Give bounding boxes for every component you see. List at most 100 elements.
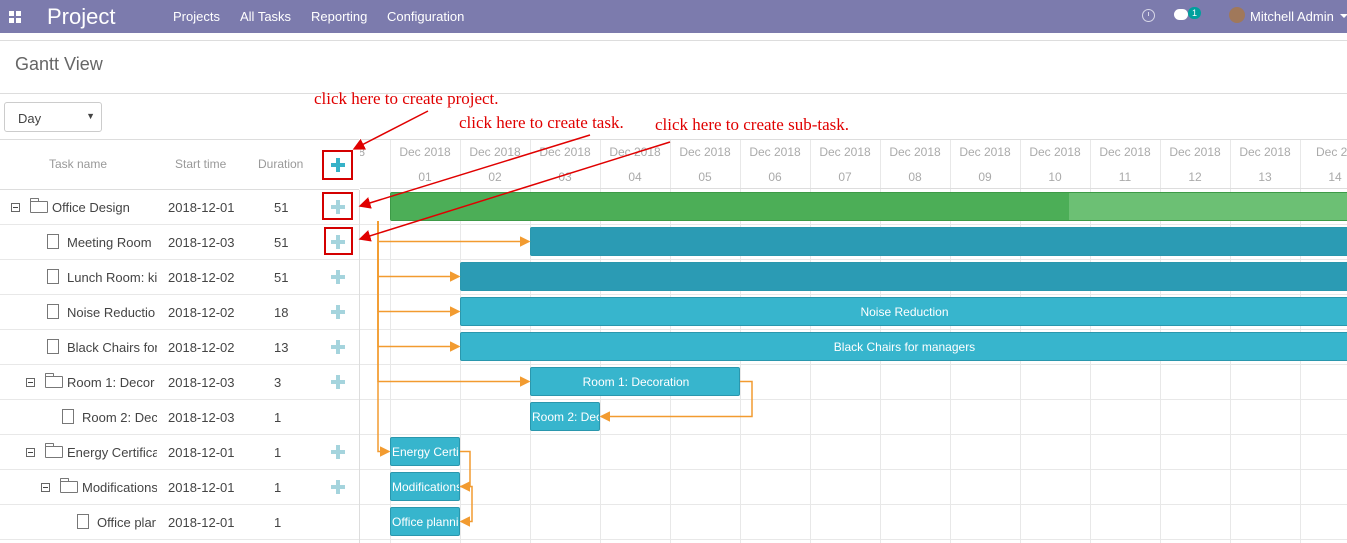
menu-all-tasks[interactable]: All Tasks [240,9,291,24]
header-task-name: Task name [49,157,108,171]
add-subtask-icon[interactable] [331,270,345,284]
task-start: 2018-12-03 [168,235,235,250]
day-label: 11 [1118,170,1132,184]
task-name: Modifications [82,480,157,495]
header-start-time: Start time [175,157,227,171]
task-row[interactable]: Noise Reductio 2018-12-02 18 [0,295,359,330]
gantt-bar[interactable] [460,262,1347,291]
task-name: Lunch Room: ki [67,270,157,285]
chat-icon[interactable] [1174,9,1188,20]
progress-fill [391,193,1069,220]
month-label: Dec 2018 [889,145,941,159]
day-label: 04 [628,170,642,184]
apps-icon[interactable] [9,11,21,23]
add-subtask-icon[interactable] [331,375,345,389]
bar-label: Modifications [392,480,460,494]
menu-configuration[interactable]: Configuration [387,9,464,24]
highlight-box [322,150,353,180]
bar-label: Office planni [392,515,459,529]
task-row[interactable]: Room 2: Dec 2018-12-03 1 [0,400,359,435]
month-label: Dec 2018 [609,145,661,159]
task-start: 2018-12-02 [168,340,235,355]
add-subtask-icon[interactable] [331,445,345,459]
month-label: Dec 2018 [469,145,521,159]
month-label: Dec 2018 [819,145,871,159]
collapse-icon[interactable] [41,483,50,492]
collapse-icon[interactable] [26,378,35,387]
menu-reporting[interactable]: Reporting [311,9,367,24]
avatar[interactable] [1229,7,1245,23]
month-label: Dec 2018 [1169,145,1221,159]
task-row[interactable]: Room 1: Decor 2018-12-03 3 [0,365,359,400]
add-subtask-icon[interactable] [331,480,345,494]
gantt-bar[interactable]: Room 2: Dec [530,402,600,431]
task-row[interactable]: Black Chairs for 2018-12-02 13 [0,330,359,365]
task-start: 2018-12-03 [168,375,235,390]
clock-icon[interactable] [1142,9,1155,22]
task-start: 2018-12-02 [168,305,235,320]
task-name: Black Chairs for [67,340,157,355]
day-label: 13 [1258,170,1272,184]
gantt-bar[interactable]: Room 1: Decoration [530,367,740,396]
folder-icon [45,373,63,388]
add-subtask-icon[interactable] [331,340,345,354]
task-start: 2018-12-02 [168,270,235,285]
file-icon [47,339,59,354]
task-row[interactable]: Modifications 2018-12-01 1 [0,470,359,505]
highlight-box [324,227,353,255]
gantt-bar[interactable]: Office planni [390,507,460,536]
caret-down-icon[interactable] [1340,14,1347,18]
menu-projects[interactable]: Projects [173,9,220,24]
task-row[interactable]: Office Design 2018-12-01 51 [0,190,359,225]
collapse-icon[interactable] [26,448,35,457]
chevron-down-icon: ▼ [86,111,95,121]
file-icon [77,514,89,529]
page-title: Gantt View [15,54,103,74]
task-start: 2018-12-01 [168,480,235,495]
task-row[interactable]: Office plar 2018-12-01 1 [0,505,359,540]
task-name: Room 1: Decor [67,375,155,390]
task-duration: 3 [274,375,282,390]
task-duration: 51 [274,200,289,215]
scale-select-value: Day [18,111,42,126]
task-row[interactable]: Lunch Room: ki 2018-12-02 51 [0,260,359,295]
task-name: Noise Reductio [67,305,156,320]
add-subtask-icon[interactable] [331,305,345,319]
task-name: Meeting Room [67,235,152,250]
collapse-icon[interactable] [11,203,20,212]
gantt-bar[interactable] [390,192,1347,221]
day-label: 03 [558,170,572,184]
task-row[interactable]: Energy Certifica 2018-12-01 1 [0,435,359,470]
file-icon [47,234,59,249]
task-duration: 1 [274,480,282,495]
top-navbar: Project Projects All Tasks Reporting Con… [0,0,1347,33]
month-label: Dec 2018 [749,145,801,159]
month-label: Dec 2018 [1239,145,1291,159]
bar-label: Room 1: Decoration [582,375,690,389]
day-label: 08 [908,170,922,184]
month-label: Dec 2018 [959,145,1011,159]
gantt-bar[interactable]: Modifications [390,472,460,501]
control-panel: Gantt View [0,40,1347,94]
gantt-bar[interactable]: Black Chairs for managers [460,332,1347,361]
task-duration: 51 [274,235,289,250]
day-label: 10 [1048,170,1062,184]
file-icon [47,269,59,284]
task-start: 2018-12-03 [168,410,235,425]
task-row[interactable]: Meeting Room 2018-12-03 51 [0,225,359,260]
annotation-create-project: click here to create project. [314,89,499,108]
task-name: Room 2: Dec [82,410,157,425]
month-label: Dec 2018 [1029,145,1081,159]
folder-icon [60,478,78,493]
day-label: 06 [768,170,782,184]
gantt-bar[interactable]: Noise Reduction [460,297,1347,326]
day-label: 12 [1188,170,1202,184]
timeline-row [360,435,1347,470]
task-duration: 1 [274,445,282,460]
task-name: Office Design [52,200,130,215]
gantt-bar[interactable] [530,227,1347,256]
timeline-row [360,470,1347,505]
scale-select[interactable]: Day ▼ [4,102,102,132]
user-menu[interactable]: Mitchell Admin [1250,9,1334,24]
gantt-bar[interactable]: Energy Certi [390,437,460,466]
